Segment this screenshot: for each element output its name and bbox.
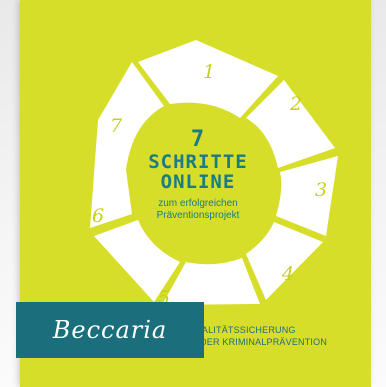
book-cover: 1 2 3 4 5 6 7 7 SCHRITTE ONLINE zum erfo… [16,0,371,387]
cover-claim: QUALITÄTSSICHERUNG IN DER KRIMINALPRÄVEN… [188,324,368,348]
title-number: 7 [190,127,206,152]
subtitle-line-2: Präventionsprojekt [156,210,240,221]
cover-footer: Beccaria QUALITÄTSSICHERUNG IN DER KRIMI… [16,302,371,358]
cover-title-block: 7 SCHRITTE ONLINE zum erfolgreichen Präv… [108,128,288,222]
aperture-blade-4 [246,222,323,300]
step-number-3: 3 [315,179,327,201]
logo-text: Beccaria [52,316,168,344]
title-line-1: SCHRITTE [148,151,248,173]
subtitle-line-1: zum erfolgreichen [158,198,238,209]
step-number-1: 1 [203,61,215,83]
claim-line-1: QUALITÄTSSICHERUNG [188,325,296,335]
step-number-2: 2 [289,93,302,115]
step-number-4: 4 [281,263,294,285]
beccaria-logo: Beccaria [16,302,204,358]
step-number-6: 6 [92,205,104,227]
title-line-2: ONLINE [160,171,236,193]
claim-line-2: IN DER KRIMINALPRÄVENTION [188,337,328,347]
